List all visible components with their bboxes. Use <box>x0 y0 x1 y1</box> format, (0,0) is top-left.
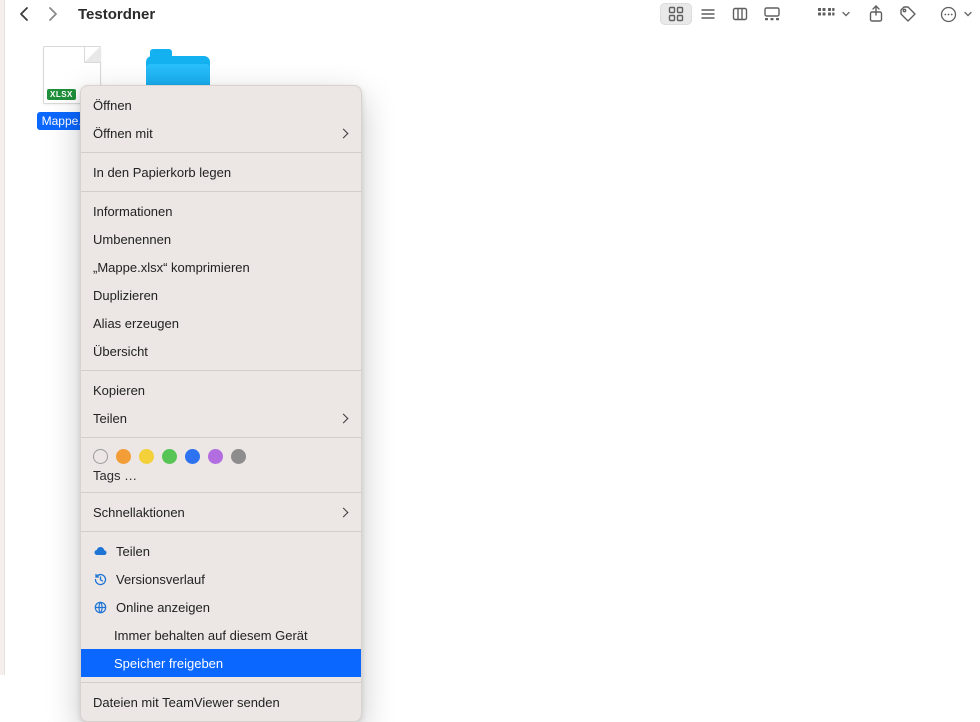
tags-button[interactable] <box>892 3 924 25</box>
menu-onedrive-share[interactable]: Teilen <box>81 537 361 565</box>
menu-separator <box>81 682 361 683</box>
menu-separator <box>81 370 361 371</box>
menu-onedrive-keep[interactable]: Immer behalten auf diesem Gerät <box>81 621 361 649</box>
menu-duplicate[interactable]: Duplizieren <box>81 281 361 309</box>
chevron-down-icon <box>842 10 850 18</box>
menu-onedrive-history[interactable]: Versionsverlauf <box>81 565 361 593</box>
tag-green[interactable] <box>162 449 177 464</box>
tag-none[interactable] <box>93 449 108 464</box>
menu-onedrive-free[interactable]: Speicher freigeben <box>81 649 361 677</box>
nav-arrows <box>16 6 60 22</box>
menu-separator <box>81 492 361 493</box>
tag-orange[interactable] <box>116 449 131 464</box>
menu-separator <box>81 531 361 532</box>
chevron-down-icon <box>964 10 972 18</box>
menu-quickactions[interactable]: Schnellaktionen <box>81 498 361 526</box>
action-menu-button[interactable] <box>932 3 972 25</box>
context-menu: Öffnen Öffnen mit In den Papierkorb lege… <box>80 85 362 722</box>
share-button[interactable] <box>860 3 892 25</box>
globe-icon <box>93 600 108 615</box>
menu-trash[interactable]: In den Papierkorb legen <box>81 158 361 186</box>
group-by-icon <box>810 3 842 25</box>
file-badge: XLSX <box>47 89 76 100</box>
tag-grey[interactable] <box>231 449 246 464</box>
menu-open[interactable]: Öffnen <box>81 91 361 119</box>
menu-share[interactable]: Teilen <box>81 404 361 432</box>
tag-yellow[interactable] <box>139 449 154 464</box>
menu-compress[interactable]: „Mappe.xlsx“ komprimieren <box>81 253 361 281</box>
menu-onedrive-online[interactable]: Online anzeigen <box>81 593 361 621</box>
nav-back-button[interactable] <box>16 6 32 22</box>
menu-open-with[interactable]: Öffnen mit <box>81 119 361 147</box>
menu-quicklook[interactable]: Übersicht <box>81 337 361 365</box>
tag-purple[interactable] <box>208 449 223 464</box>
cloud-icon <box>93 544 108 559</box>
view-columns-button[interactable] <box>724 3 756 25</box>
menu-tags-more[interactable]: Tags … <box>81 466 361 487</box>
view-gallery-button[interactable] <box>756 3 788 25</box>
menu-info[interactable]: Informationen <box>81 197 361 225</box>
menu-alias[interactable]: Alias erzeugen <box>81 309 361 337</box>
nav-forward-button[interactable] <box>44 6 60 22</box>
group-by-control[interactable] <box>810 3 850 25</box>
folder-title: Testordner <box>78 6 155 23</box>
menu-separator <box>81 152 361 153</box>
menu-rename[interactable]: Umbenennen <box>81 225 361 253</box>
menu-separator <box>81 437 361 438</box>
toolbar: Testordner <box>4 0 980 28</box>
view-icons-button[interactable] <box>660 3 692 25</box>
view-switcher <box>660 3 788 25</box>
tag-blue[interactable] <box>185 449 200 464</box>
menu-tag-colors <box>81 443 361 466</box>
menu-copy[interactable]: Kopieren <box>81 376 361 404</box>
menu-teamviewer-send[interactable]: Dateien mit TeamViewer senden <box>81 688 361 716</box>
history-icon <box>93 572 108 587</box>
ellipsis-circle-icon <box>932 3 964 25</box>
menu-separator <box>81 191 361 192</box>
view-list-button[interactable] <box>692 3 724 25</box>
